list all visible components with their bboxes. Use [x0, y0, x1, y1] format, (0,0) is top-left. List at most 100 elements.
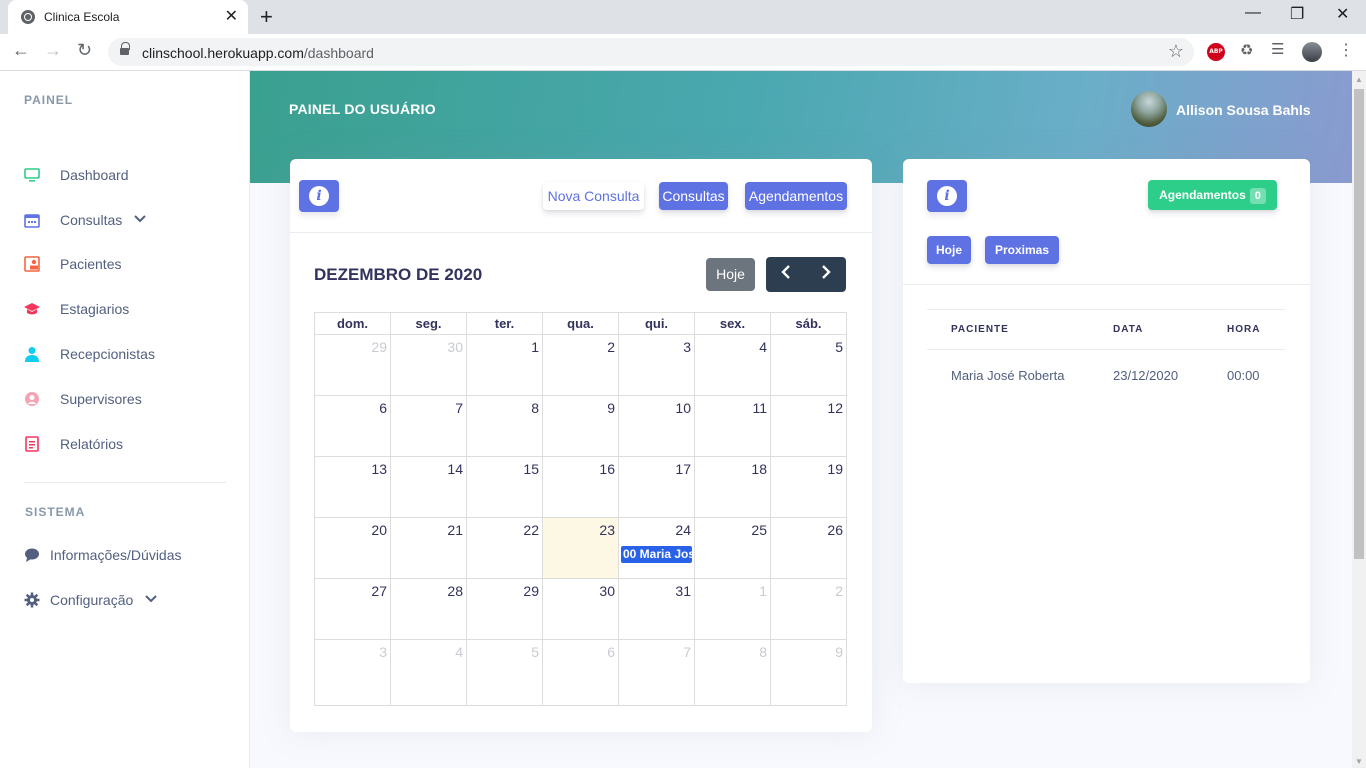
calendar-event[interactable]: 00 Maria Jos: [621, 546, 692, 563]
calendar-day[interactable]: 5: [770, 334, 847, 396]
sidebar-item-label: Supervisores: [60, 391, 142, 407]
new-tab-icon[interactable]: +: [260, 4, 273, 30]
calendar-day[interactable]: 8: [466, 395, 543, 457]
calendar-day[interactable]: 3: [618, 334, 695, 396]
nova-consulta-button[interactable]: Nova Consulta: [543, 182, 644, 210]
calendar-day[interactable]: 6: [542, 639, 619, 706]
calendar-day[interactable]: 5: [466, 639, 543, 706]
reload-icon[interactable]: ↻: [77, 40, 92, 61]
calendar-day[interactable]: 2: [542, 334, 619, 396]
forward-icon[interactable]: →: [44, 40, 62, 61]
bookmark-star-icon[interactable]: ☆: [1168, 41, 1184, 62]
gear-icon: [24, 592, 40, 608]
column-header[interactable]: HORA: [1203, 309, 1285, 350]
calendar-day[interactable]: 6: [314, 395, 391, 457]
calendar-next-button[interactable]: [806, 257, 846, 292]
user-name[interactable]: Allison Sousa Bahls: [1176, 102, 1311, 118]
filter-proximas-button[interactable]: Proximas: [985, 236, 1059, 264]
card-divider: [290, 232, 872, 233]
calendar-day[interactable]: 16: [542, 456, 619, 518]
avatar[interactable]: [1131, 91, 1167, 127]
calendar-day[interactable]: 19: [770, 456, 847, 518]
calendar-day[interactable]: 3: [314, 639, 391, 706]
calendar-day[interactable]: 25: [694, 517, 771, 579]
extensions-icon[interactable]: ♻: [1240, 41, 1258, 59]
calendar-day[interactable]: 28: [390, 578, 467, 640]
sidebar-item-consultas[interactable]: Consultas: [24, 208, 146, 232]
column-header[interactable]: PACIENTE: [927, 309, 1089, 350]
minimize-icon[interactable]: —: [1245, 4, 1261, 22]
calendar-icon: [24, 212, 40, 228]
calendar-day[interactable]: 29: [466, 578, 543, 640]
scroll-thumb[interactable]: [1354, 89, 1364, 559]
scroll-down-icon[interactable]: ▼: [1355, 757, 1363, 766]
calendar-day[interactable]: 31: [618, 578, 695, 640]
sidebar-item-dashboard[interactable]: Dashboard: [24, 163, 129, 187]
back-icon[interactable]: ←: [12, 40, 30, 61]
weekday-header: seg.: [390, 312, 467, 335]
calendar-day[interactable]: 21: [390, 517, 467, 579]
agendamentos-badge-button[interactable]: Agendamentos 0: [1148, 180, 1277, 210]
calendar-day[interactable]: 8: [694, 639, 771, 706]
calendar-day[interactable]: 22: [466, 517, 543, 579]
calendar-day[interactable]: 9: [770, 639, 847, 706]
calendar-day[interactable]: 30: [390, 334, 467, 396]
info-button[interactable]: i: [299, 180, 339, 212]
calendar-day[interactable]: 20: [314, 517, 391, 579]
scroll-up-icon[interactable]: ▲: [1355, 75, 1363, 84]
restore-icon[interactable]: ❐: [1290, 4, 1304, 24]
calendar-day[interactable]: 7: [618, 639, 695, 706]
calendar-today-button[interactable]: Hoje: [706, 258, 755, 291]
calendar-day[interactable]: 1: [694, 578, 771, 640]
sidebar-item-pacientes[interactable]: Pacientes: [24, 252, 121, 276]
calendar-day[interactable]: 30: [542, 578, 619, 640]
url-text[interactable]: clinschool.herokuapp.com/dashboard: [142, 45, 374, 61]
adblock-icon[interactable]: ABP: [1207, 43, 1225, 61]
close-window-icon[interactable]: ✕: [1336, 4, 1349, 24]
calendar-day[interactable]: 17: [618, 456, 695, 518]
patient-icon: [24, 256, 40, 272]
tab-close-icon[interactable]: ✕: [225, 6, 238, 26]
calendar-day[interactable]: 12: [770, 395, 847, 457]
calendar-day[interactable]: 4: [694, 334, 771, 396]
calendar-day[interactable]: 1: [466, 334, 543, 396]
calendar-day[interactable]: 15: [466, 456, 543, 518]
agenda-card: i Agendamentos 0 Hoje Proximas PACIENTE D…: [903, 159, 1310, 683]
calendar-day[interactable]: 24 00 Maria Jos: [618, 517, 695, 579]
weekday-header: sáb.: [770, 312, 847, 335]
info-button[interactable]: i: [927, 180, 967, 212]
calendar-day[interactable]: 14: [390, 456, 467, 518]
address-bar[interactable]: clinschool.herokuapp.com/dashboard ☆: [108, 38, 1194, 66]
calendar-day[interactable]: 2: [770, 578, 847, 640]
calendar-day[interactable]: 9: [542, 395, 619, 457]
calendar-day[interactable]: 27: [314, 578, 391, 640]
page-scrollbar[interactable]: ▲ ▼: [1352, 71, 1366, 768]
calendar-day[interactable]: 7: [390, 395, 467, 457]
calendar-day[interactable]: 11: [694, 395, 771, 457]
agendamentos-count: 0: [1249, 188, 1266, 204]
sidebar-item-informacoes[interactable]: Informações/Dúvidas: [24, 543, 182, 567]
column-header[interactable]: DATA: [1089, 309, 1203, 350]
profile-avatar-icon[interactable]: [1302, 42, 1322, 62]
browser-tab[interactable]: Clinica Escola ✕: [8, 0, 248, 34]
calendar-day[interactable]: 26: [770, 517, 847, 579]
media-control-icon[interactable]: ☰: [1271, 40, 1289, 58]
calendar-prev-button[interactable]: [766, 257, 806, 292]
sidebar-item-configuracao[interactable]: Configuração: [24, 588, 157, 612]
sidebar-item-relatorios[interactable]: Relatórios: [24, 432, 123, 456]
calendar-day[interactable]: 4: [390, 639, 467, 706]
info-icon: i: [309, 186, 329, 206]
table-row[interactable]: Maria José Roberta 23/12/2020 00:00: [927, 350, 1285, 402]
consultas-button[interactable]: Consultas: [659, 182, 728, 210]
agendamentos-button[interactable]: Agendamentos: [745, 182, 847, 210]
calendar-day[interactable]: 18: [694, 456, 771, 518]
sidebar-item-recepcionistas[interactable]: Recepcionistas: [24, 342, 155, 366]
calendar-day[interactable]: 10: [618, 395, 695, 457]
filter-hoje-button[interactable]: Hoje: [927, 236, 971, 264]
sidebar-item-supervisores[interactable]: Supervisores: [24, 387, 142, 411]
sidebar-item-estagiarios[interactable]: Estagiarios: [24, 297, 129, 321]
calendar-day-today[interactable]: 23: [542, 517, 619, 579]
calendar-day[interactable]: 13: [314, 456, 391, 518]
calendar-day[interactable]: 29: [314, 334, 391, 396]
browser-menu-icon[interactable]: ⋮: [1338, 40, 1356, 59]
